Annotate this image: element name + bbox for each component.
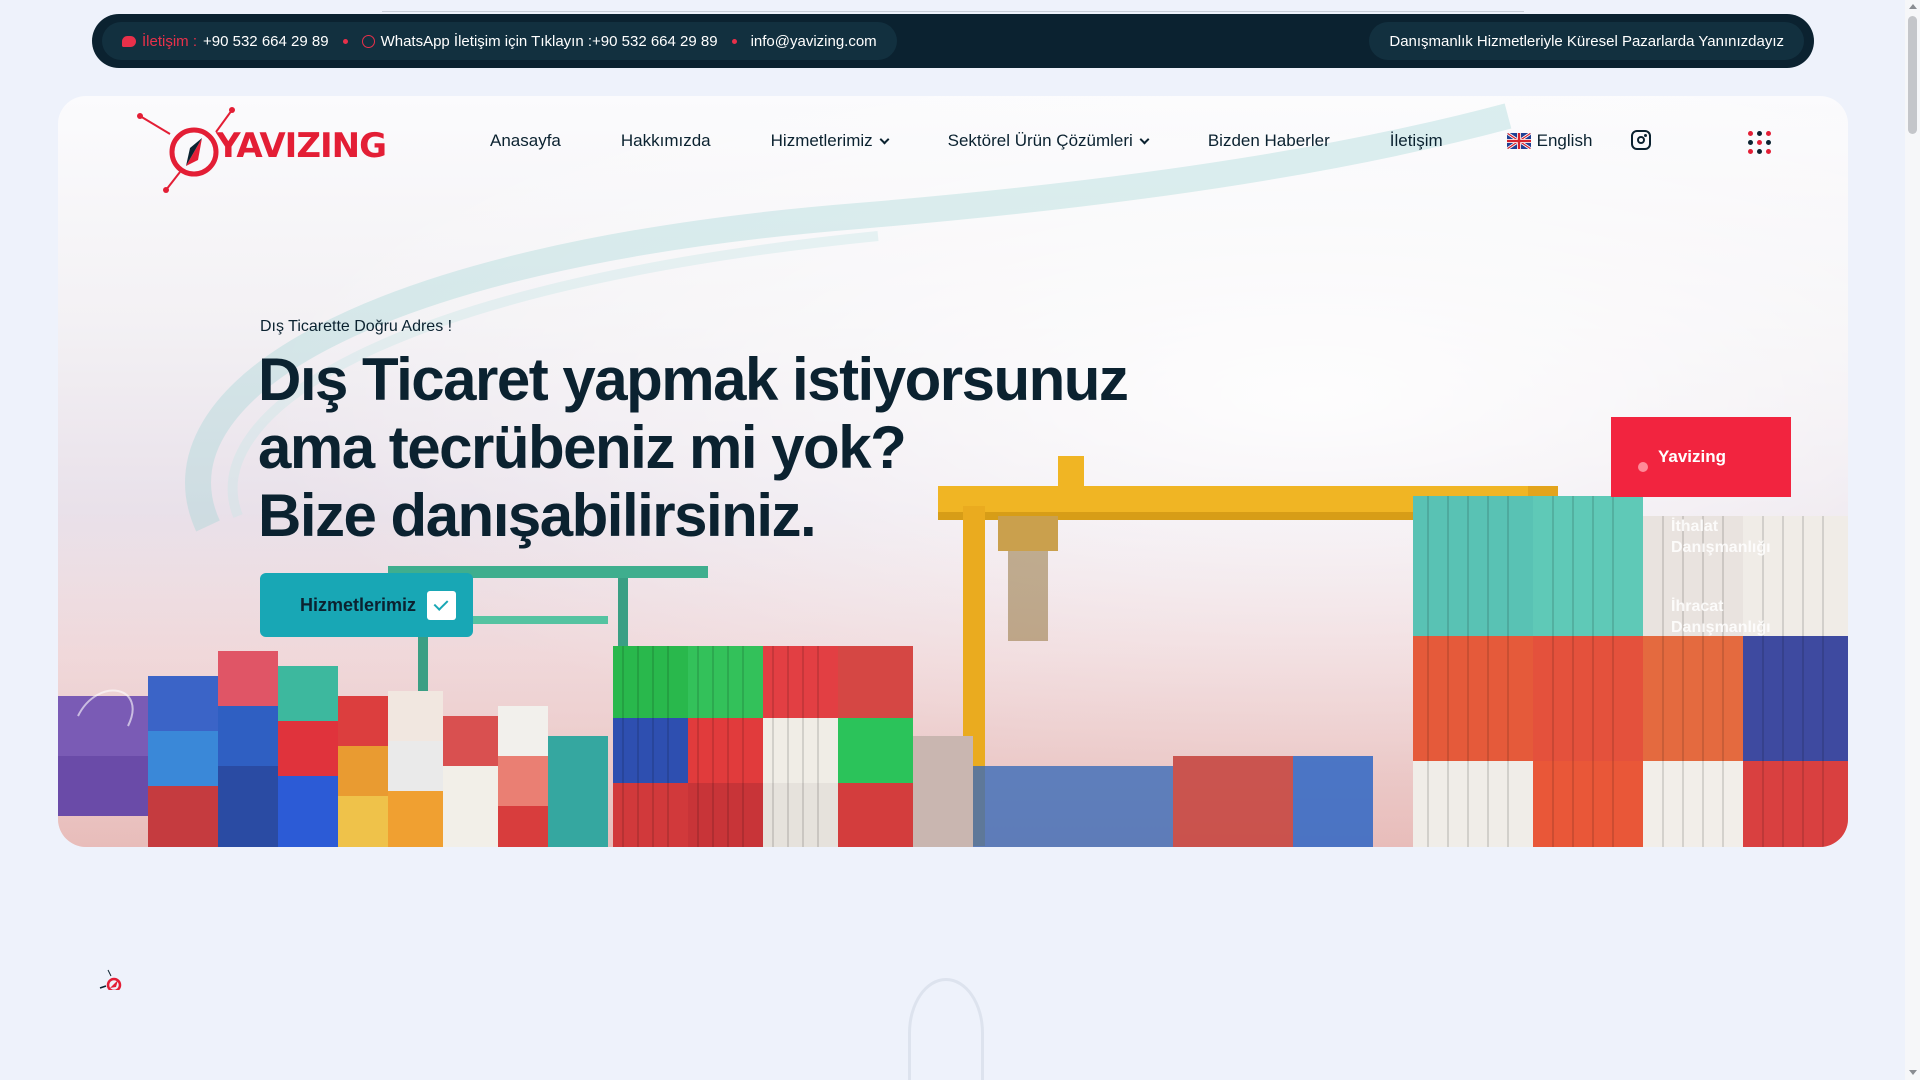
- separator-dot: [342, 38, 348, 44]
- chevron-down-icon: [1139, 134, 1150, 144]
- contact-label: İletişim :: [142, 32, 198, 50]
- nav-label: Bizden Haberler: [1207, 131, 1330, 150]
- slide-tab-ithalat[interactable]: İthalat Danışmanlığı: [1671, 516, 1811, 558]
- whatsapp-icon: [361, 34, 375, 48]
- nav-label: Hakkımızda: [620, 131, 711, 150]
- checkmark-icon: [427, 591, 456, 620]
- whatsapp-link[interactable]: WhatsApp İletişim için Tıklayın :+90 532…: [361, 32, 718, 50]
- chevron-down-icon: [879, 134, 890, 144]
- nav-item-sektorel-urun-cozumleri[interactable]: Sektörel Ürün Çözümleri: [947, 131, 1150, 151]
- scrollbar-thumb[interactable]: [1908, 16, 1917, 134]
- decorative-ring: [908, 978, 984, 1080]
- small-logo-mark: [99, 969, 122, 990]
- slide-tab-line-2: Danışmanlığı: [1671, 619, 1771, 636]
- page-scrollbar[interactable]: [1905, 0, 1920, 1080]
- email-text: info@yavizing.com: [750, 32, 877, 50]
- services-cta-button[interactable]: Hizmetlerimiz: [260, 573, 473, 637]
- contact-phone: +90 532 664 29 89: [203, 32, 329, 50]
- nav-label: İletişim: [1389, 131, 1443, 150]
- top-info-bar: İletişim : +90 532 664 29 89 WhatsApp İl…: [92, 14, 1814, 68]
- grid-menu-icon[interactable]: [1748, 131, 1772, 155]
- email-link[interactable]: info@yavizing.com: [751, 33, 877, 50]
- slide-tab-ihracat[interactable]: İhracat Danışmanlığı: [1671, 596, 1811, 638]
- headline-line-2: ama tecrübeniz mi yok?: [258, 414, 907, 481]
- slide-tab-line-1: İthalat: [1671, 518, 1719, 535]
- slide-tab-line-2: Danışmanlığı: [1671, 539, 1771, 556]
- contact-info-group: İletişim : +90 532 664 29 89 WhatsApp İl…: [102, 22, 897, 60]
- tagline-text: Danışmanlık Hizmetleriyle Küresel Pazarl…: [1389, 32, 1784, 50]
- instagram-icon[interactable]: [1631, 130, 1651, 150]
- headline-line-3: Bize danışabilirsiniz.: [258, 482, 817, 549]
- hero-headline: Dış Ticaret yapmak istiyorsunuz ama tecr…: [258, 346, 1158, 550]
- hero-eyebrow: Dış Ticarette Doğru Adres !: [260, 318, 453, 335]
- nav-item-bizden-haberler[interactable]: Bizden Haberler: [1208, 131, 1330, 151]
- main-navigation: Anasayfa Hakkımızda Hizmetlerimiz Sektör…: [490, 126, 1592, 156]
- flag-uk-icon: [1506, 133, 1531, 149]
- slide-indicator-dot: [1638, 462, 1648, 472]
- whatsapp-text: WhatsApp İletişim için Tıklayın :+90 532…: [380, 32, 718, 50]
- logo-wordmark: YAVIZING: [216, 126, 387, 166]
- contact-phone-link[interactable]: İletişim : +90 532 664 29 89: [122, 33, 329, 50]
- slide-tab-yavizing[interactable]: Yavizing: [1611, 417, 1791, 497]
- nav-label: Hizmetlerimiz: [770, 131, 873, 150]
- scroll-up-arrow-icon[interactable]: [1909, 4, 1917, 9]
- nav-item-anasayfa[interactable]: Anasayfa: [490, 131, 561, 151]
- chat-bubble-icon: [122, 35, 136, 47]
- cta-label: Hizmetlerimiz: [300, 594, 417, 615]
- slide-tab-label: Yavizing: [1658, 447, 1727, 466]
- nav-item-hakkimizda[interactable]: Hakkımızda: [621, 131, 711, 151]
- headline-line-1: Dış Ticaret yapmak istiyorsunuz: [258, 346, 1129, 413]
- nav-item-hizmetlerimiz[interactable]: Hizmetlerimiz: [770, 131, 890, 151]
- hero-section: YAVIZING Anasayfa Hakkımızda Hizmetlerim…: [58, 96, 1848, 847]
- language-label: English: [1536, 131, 1593, 150]
- tagline-pill: Danışmanlık Hizmetleriyle Küresel Pazarl…: [1369, 22, 1804, 60]
- language-switcher[interactable]: English: [1506, 131, 1593, 151]
- nav-item-iletisim[interactable]: İletişim: [1390, 131, 1443, 151]
- nav-label: Anasayfa: [490, 131, 561, 150]
- separator-dot: [731, 38, 737, 44]
- scroll-down-arrow-icon[interactable]: [1909, 1070, 1917, 1075]
- nav-label: Sektörel Ürün Çözümleri: [947, 131, 1133, 150]
- slide-tab-line-1: İhracat: [1671, 598, 1724, 615]
- top-divider-line: [382, 11, 1524, 12]
